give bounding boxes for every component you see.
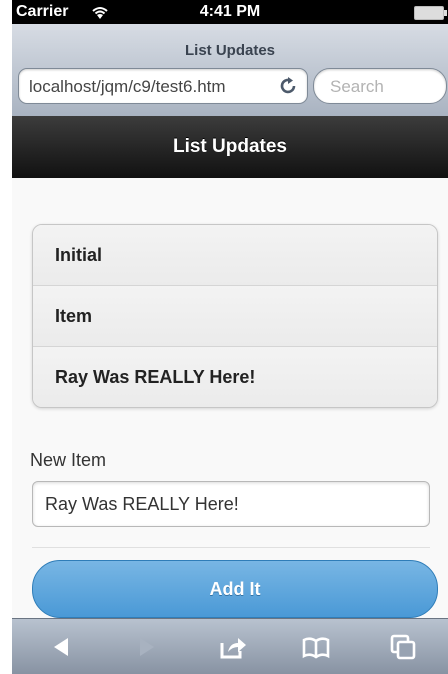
page-content: Initial Item Ray Was REALLY Here! New It… xyxy=(12,178,448,618)
forward-icon[interactable] xyxy=(132,633,162,661)
browser-toolbar xyxy=(12,618,448,674)
search-field[interactable]: Search xyxy=(313,68,447,104)
url-text: localhost/jqm/c9/test6.htm xyxy=(29,77,226,96)
new-item-label: New Item xyxy=(30,450,107,470)
battery-icon xyxy=(414,6,447,20)
browser-page-title: List Updates xyxy=(184,42,275,59)
phone-screen: Carrier 4:41 PM List Updates localhost/j… xyxy=(12,0,448,674)
divider xyxy=(32,547,430,548)
page-title: List Updates xyxy=(172,136,288,157)
back-icon[interactable] xyxy=(46,633,76,661)
search-placeholder: Search xyxy=(330,77,384,96)
list-item[interactable]: Ray Was REALLY Here! xyxy=(33,346,437,407)
url-field[interactable]: localhost/jqm/c9/test6.htm xyxy=(18,68,308,104)
list-item[interactable]: Initial xyxy=(33,225,437,285)
add-it-button[interactable]: Add It xyxy=(32,560,438,618)
share-icon[interactable] xyxy=(218,633,248,661)
new-item-input[interactable]: Ray Was REALLY Here! xyxy=(32,481,430,527)
reload-icon[interactable] xyxy=(277,75,299,97)
page-header: List Updates xyxy=(12,116,448,178)
tabs-icon[interactable] xyxy=(388,633,418,661)
list-item[interactable]: Item xyxy=(33,285,437,346)
item-list: Initial Item Ray Was REALLY Here! xyxy=(32,224,438,408)
bookmarks-icon[interactable] xyxy=(301,633,331,661)
browser-chrome: List Updates localhost/jqm/c9/test6.htm … xyxy=(12,24,448,117)
status-bar: Carrier 4:41 PM xyxy=(12,0,448,24)
clock: 4:41 PM xyxy=(199,3,261,20)
